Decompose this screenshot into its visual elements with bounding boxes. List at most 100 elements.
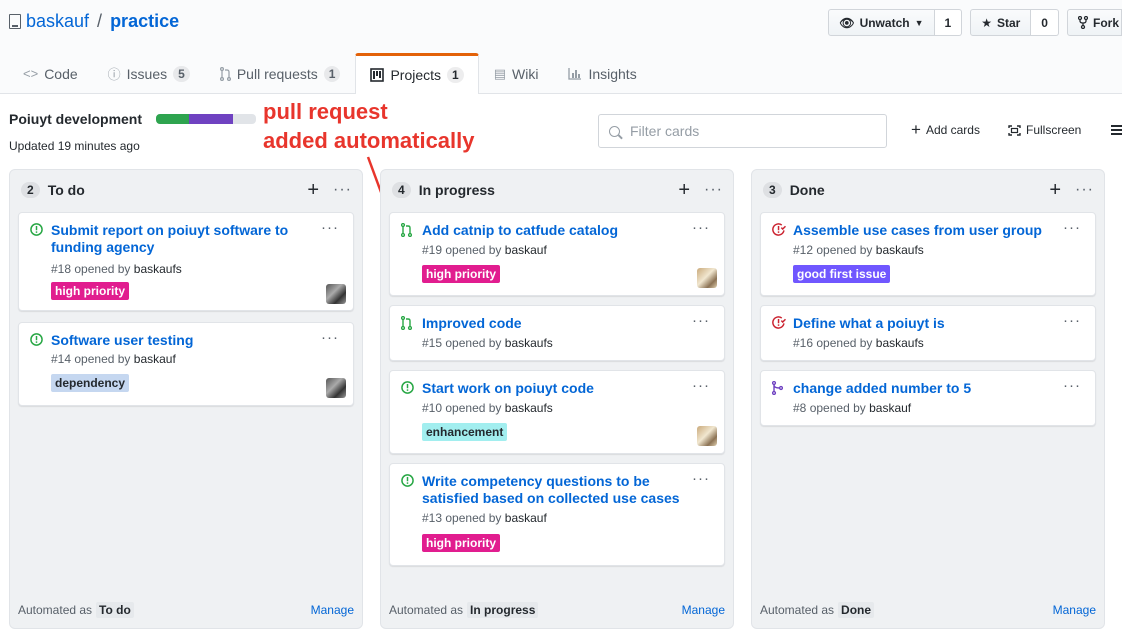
column-name[interactable]: In progress <box>419 182 495 198</box>
manage-automation-link[interactable]: Manage <box>682 603 725 617</box>
card-menu-icon[interactable]: ··· <box>1063 312 1081 329</box>
menu-icon[interactable] <box>1111 125 1122 137</box>
card-user-link[interactable]: baskaufs <box>505 401 553 415</box>
repo-header: baskauf / practice 👁 Unwatch ▼ 1 ★ Star … <box>0 0 1122 94</box>
column-footer: Automated as In progress Manage <box>389 602 725 618</box>
automation-label: In progress <box>467 602 539 618</box>
column-footer: Automated as Done Manage <box>760 602 1096 618</box>
unwatch-button[interactable]: 👁 Unwatch ▼ <box>828 9 935 36</box>
pull-request-card[interactable]: Add catnip to catfude catalog ··· #19 op… <box>389 212 725 296</box>
pull-request-icon <box>401 316 412 330</box>
fullscreen-button[interactable]: Fullscreen <box>1008 123 1081 137</box>
filter-cards-input[interactable] <box>628 122 872 140</box>
repo-name-link[interactable]: practice <box>110 11 179 32</box>
card-user-link[interactable]: baskauf <box>505 243 547 257</box>
tab-pull-requests[interactable]: Pull requests 1 <box>205 53 356 93</box>
tab-insights[interactable]: Insights <box>553 53 651 93</box>
tab-label: Wiki <box>512 65 539 82</box>
pull-request-card[interactable]: Improved code ··· #15 opened by baskaufs <box>389 305 725 361</box>
project-name[interactable]: Poiuyt development <box>9 111 142 127</box>
issue-card[interactable]: Software user testing ··· #14 opened by … <box>18 322 354 406</box>
column-menu-icon[interactable]: ··· <box>704 182 723 198</box>
tab-issues[interactable]: ⓘ Issues 5 <box>93 53 205 93</box>
tab-projects[interactable]: Projects 1 <box>355 53 479 94</box>
label-badge[interactable]: enhancement <box>422 423 508 441</box>
column-menu-icon[interactable]: ··· <box>333 182 352 198</box>
card-user-link[interactable]: baskaufs <box>876 336 924 350</box>
progress-in-progress-segment <box>189 114 234 124</box>
card-menu-icon[interactable]: ··· <box>692 312 710 329</box>
card-meta: #13 opened by baskauf <box>422 511 547 525</box>
column-name[interactable]: To do <box>48 182 85 198</box>
repo-owner-link[interactable]: baskauf <box>26 11 89 32</box>
label-badge[interactable]: high priority <box>422 534 500 552</box>
tab-label: Pull requests <box>236 65 318 82</box>
add-card-icon[interactable]: + <box>678 180 690 200</box>
avatar[interactable] <box>697 426 717 446</box>
card-title-link[interactable]: Software user testing <box>51 332 309 349</box>
issue-card[interactable]: Write competency questions to be satisfi… <box>389 463 725 566</box>
card-user-link[interactable]: baskaufs <box>505 336 553 350</box>
avatar[interactable] <box>326 378 346 398</box>
card-title-link[interactable]: Start work on poiuyt code <box>422 380 680 397</box>
annotation-line-2: added automatically <box>263 128 475 153</box>
card-title-link[interactable]: Submit report on poiuyt software to fund… <box>51 222 309 256</box>
card-menu-icon[interactable]: ··· <box>1063 377 1081 394</box>
issue-closed-icon <box>772 223 786 236</box>
pull-request-card[interactable]: change added number to 5 ··· #8 opened b… <box>760 370 1096 426</box>
label-badge[interactable]: dependency <box>51 374 130 392</box>
card-meta: #16 opened by baskaufs <box>793 336 924 350</box>
card-title-link[interactable]: Assemble use cases from user group <box>793 222 1051 239</box>
column-menu-icon[interactable]: ··· <box>1075 182 1094 198</box>
card-menu-icon[interactable]: ··· <box>692 377 710 394</box>
label-badge[interactable]: high priority <box>51 282 129 300</box>
star-button[interactable]: ★ Star <box>970 9 1032 36</box>
card-title-link[interactable]: Write competency questions to be satisfi… <box>422 473 680 507</box>
issue-card[interactable]: Start work on poiuyt code ··· #10 opened… <box>389 370 725 454</box>
fork-button[interactable]: Fork <box>1066 9 1122 36</box>
avatar[interactable] <box>697 268 717 288</box>
eye-icon: 👁 <box>839 15 855 30</box>
card-menu-icon[interactable]: ··· <box>692 219 710 236</box>
tab-wiki[interactable]: ▤ Wiki <box>479 53 554 93</box>
filter-cards-box[interactable] <box>598 114 887 148</box>
stars-count[interactable]: 0 <box>1031 9 1059 36</box>
add-cards-button[interactable]: + Add cards <box>911 121 980 138</box>
issue-opened-icon <box>30 223 43 236</box>
card-title-link[interactable]: change added number to 5 <box>793 380 1051 397</box>
issues-counter: 5 <box>173 65 190 82</box>
watchers-count[interactable]: 1 <box>934 9 963 36</box>
card-menu-icon[interactable]: ··· <box>321 329 339 346</box>
issue-card[interactable]: Define what a poiuyt is ··· #16 opened b… <box>760 305 1096 361</box>
repo-nav-tabs: <> Code ⓘ Issues 5 Pull requests 1 Proje… <box>8 53 652 94</box>
fork-icon <box>1077 16 1088 29</box>
card-menu-icon[interactable]: ··· <box>692 470 710 487</box>
card-title-link[interactable]: Improved code <box>422 315 680 332</box>
add-card-icon[interactable]: + <box>307 180 319 200</box>
card-user-link[interactable]: baskaufs <box>134 262 182 276</box>
pull-requests-counter: 1 <box>323 65 341 82</box>
label-badge[interactable]: good first issue <box>793 265 891 283</box>
issue-card[interactable]: Submit report on poiuyt software to fund… <box>18 212 354 311</box>
card-menu-icon[interactable]: ··· <box>321 219 339 236</box>
label-badge[interactable]: high priority <box>422 265 500 283</box>
add-card-icon[interactable]: + <box>1049 180 1061 200</box>
card-title-link[interactable]: Add catnip to catfude catalog <box>422 222 680 239</box>
card-menu-icon[interactable]: ··· <box>1063 219 1081 236</box>
card-user-link[interactable]: baskauf <box>505 511 547 525</box>
card-user-link[interactable]: baskauf <box>869 401 911 415</box>
project-updated-text: Updated 19 minutes ago <box>9 139 140 153</box>
card-user-link[interactable]: baskauf <box>134 352 176 366</box>
tab-code[interactable]: <> Code <box>8 53 93 93</box>
issue-card[interactable]: Assemble use cases from user group ··· #… <box>760 212 1096 296</box>
tab-label: Projects <box>390 67 442 83</box>
star-icon: ★ <box>981 15 992 30</box>
column-name[interactable]: Done <box>790 182 825 198</box>
manage-automation-link[interactable]: Manage <box>1053 603 1096 617</box>
card-title-link[interactable]: Define what a poiuyt is <box>793 315 1051 332</box>
avatar[interactable] <box>326 284 346 304</box>
column-card-count: 3 <box>763 182 782 198</box>
card-user-link[interactable]: baskaufs <box>876 243 924 257</box>
project-icon <box>370 68 385 82</box>
manage-automation-link[interactable]: Manage <box>311 603 354 617</box>
